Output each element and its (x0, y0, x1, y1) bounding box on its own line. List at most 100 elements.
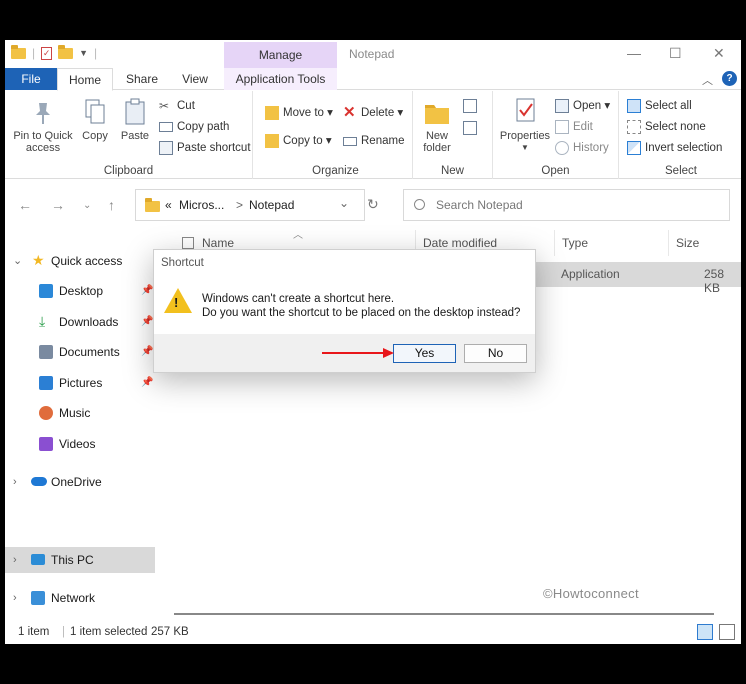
breadcrumb-notepad[interactable]: Notepad (249, 198, 294, 212)
search-box[interactable]: Search Notepad (403, 189, 730, 221)
new-folder-button[interactable]: New folder (419, 97, 455, 154)
paste-icon (122, 97, 148, 127)
invert-selection-label: Invert selection (645, 142, 723, 154)
horizontal-scrollbar[interactable] (174, 613, 714, 615)
move-to-button[interactable]: Move to ▾ (265, 104, 333, 122)
sidebar-item-label: Music (59, 406, 91, 420)
sidebar-item-quick-access[interactable]: ⌄ ★ Quick access (5, 248, 155, 274)
documents-icon (39, 345, 53, 359)
select-group: Select all Select none Invert selection … (621, 91, 741, 179)
navigation-pane: ⌄ ★ Quick access Desktop 📌 ⤓ Downloads 📌… (5, 230, 155, 620)
copy-label: Copy (82, 130, 108, 142)
up-arrow-icon[interactable]: ↑ (108, 197, 115, 213)
new-folder-icon[interactable] (58, 44, 74, 59)
refresh-icon[interactable]: ↻ (367, 196, 379, 213)
customize-qat-icon[interactable]: ▼ (79, 48, 88, 58)
edit-button[interactable]: Edit (555, 118, 593, 136)
rename-button[interactable]: Rename (343, 132, 404, 150)
expand-chevron-icon[interactable]: ⌄ (13, 248, 22, 274)
pin-icon[interactable]: 📌 (141, 278, 153, 304)
cut-button[interactable]: ✂ Cut (159, 97, 195, 115)
sidebar-item-documents[interactable]: Documents 📌 (5, 339, 155, 365)
column-header-size[interactable]: Size (670, 230, 740, 256)
quick-access-toolbar: | ✓ ▼ | (11, 44, 97, 60)
column-name-label: Name (202, 236, 235, 250)
folder-icon[interactable] (11, 44, 26, 59)
expand-chevron-icon[interactable]: › (13, 547, 17, 573)
sidebar-item-network[interactable]: › Network (5, 585, 155, 611)
forward-arrow-icon[interactable]: → (51, 197, 65, 213)
easy-access-icon[interactable] (463, 121, 477, 135)
new-group-label: New (440, 165, 464, 177)
open-group-label: Open (541, 165, 570, 177)
open-button[interactable]: Open ▾ (555, 97, 610, 115)
copy-button[interactable]: Copy (77, 97, 113, 142)
paste-shortcut-button[interactable]: Paste shortcut (159, 139, 251, 157)
pin-to-quick-access-button[interactable]: Pin to Quick access (9, 97, 77, 154)
pin-icon[interactable]: 📌 (141, 370, 153, 396)
minimize-button[interactable]: — (627, 45, 641, 61)
tab-file[interactable]: File (5, 68, 57, 90)
copy-path-button[interactable]: Copy path (159, 118, 229, 136)
cut-label: Cut (177, 100, 195, 112)
tab-share[interactable]: Share (117, 68, 167, 90)
file-size: 258 KB (704, 267, 725, 295)
copy-path-icon (159, 122, 173, 132)
address-dropdown-icon[interactable]: ⌄ (339, 196, 349, 210)
shortcut-dialog: Shortcut ! Windows can't create a shortc… (153, 249, 536, 373)
new-item-icon[interactable] (463, 99, 477, 113)
properties-dropdown-icon: ▼ (521, 143, 529, 152)
new-group: New folder New (413, 91, 493, 179)
properties-check-icon[interactable]: ✓ (41, 46, 53, 60)
maximize-button[interactable]: ☐ (669, 45, 682, 62)
sidebar-item-pictures[interactable]: Pictures 📌 (5, 370, 155, 396)
tab-view[interactable]: View (171, 68, 219, 90)
search-icon (414, 199, 425, 210)
tab-application-tools[interactable]: Application Tools (224, 68, 337, 90)
invert-selection-button[interactable]: Invert selection (627, 139, 722, 157)
title-bar: | ✓ ▼ | Manage Notepad — ☐ ✕ (5, 40, 741, 68)
history-button[interactable]: History (555, 139, 609, 157)
column-header-type[interactable]: Type (556, 230, 669, 256)
ribbon: Pin to Quick access Copy Paste ✂ Cut Cop… (5, 91, 741, 179)
sidebar-item-onedrive[interactable]: › OneDrive (5, 469, 155, 495)
help-icon[interactable]: ? (722, 71, 737, 86)
tab-home[interactable]: Home (57, 68, 113, 91)
select-all-label: Select all (645, 100, 692, 112)
search-placeholder: Search Notepad (436, 198, 523, 212)
close-button[interactable]: ✕ (713, 45, 725, 62)
expand-chevron-icon[interactable]: › (13, 469, 17, 495)
paste-button[interactable]: Paste (117, 97, 153, 142)
expand-chevron-icon[interactable]: › (13, 585, 17, 611)
details-view-icon[interactable] (697, 624, 713, 640)
manage-contextual-tab[interactable]: Manage (224, 42, 337, 68)
breadcrumb-microsoft[interactable]: Micros... (179, 198, 224, 212)
open-label: Open ▾ (573, 100, 611, 112)
breadcrumb-separator[interactable]: > (236, 198, 243, 212)
pin-icon[interactable]: 📌 (141, 339, 153, 365)
yes-button[interactable]: Yes (393, 344, 456, 363)
pin-icon[interactable]: 📌 (141, 309, 153, 335)
collapse-ribbon-icon[interactable]: ︿ (702, 72, 713, 88)
delete-button[interactable]: ✕ Delete ▾ (343, 104, 403, 122)
sidebar-item-desktop[interactable]: Desktop 📌 (5, 278, 155, 304)
copy-to-button[interactable]: Copy to ▾ (265, 132, 332, 150)
select-all-button[interactable]: Select all (627, 97, 692, 115)
delete-label: Delete ▾ (361, 107, 404, 119)
breadcrumb-overflow[interactable]: « (165, 198, 172, 212)
large-icons-view-icon[interactable] (719, 624, 735, 640)
recent-locations-icon[interactable]: ⌄ (83, 200, 91, 211)
select-none-button[interactable]: Select none (627, 118, 706, 136)
address-bar[interactable]: « Micros... > Notepad ⌄ (135, 189, 365, 221)
back-arrow-icon[interactable]: ← (18, 197, 32, 213)
item-count: 1 item (18, 626, 50, 638)
no-button[interactable]: No (464, 344, 527, 363)
properties-button[interactable]: Properties ▼ (497, 97, 553, 154)
sidebar-item-videos[interactable]: Videos (5, 431, 155, 457)
select-all-checkbox[interactable] (182, 237, 194, 249)
warning-exclamation: ! (174, 295, 179, 310)
sidebar-item-this-pc[interactable]: › This PC (5, 547, 155, 573)
sidebar-item-music[interactable]: Music (5, 400, 155, 426)
sidebar-item-downloads[interactable]: ⤓ Downloads 📌 (5, 309, 155, 335)
properties-icon (512, 97, 538, 127)
